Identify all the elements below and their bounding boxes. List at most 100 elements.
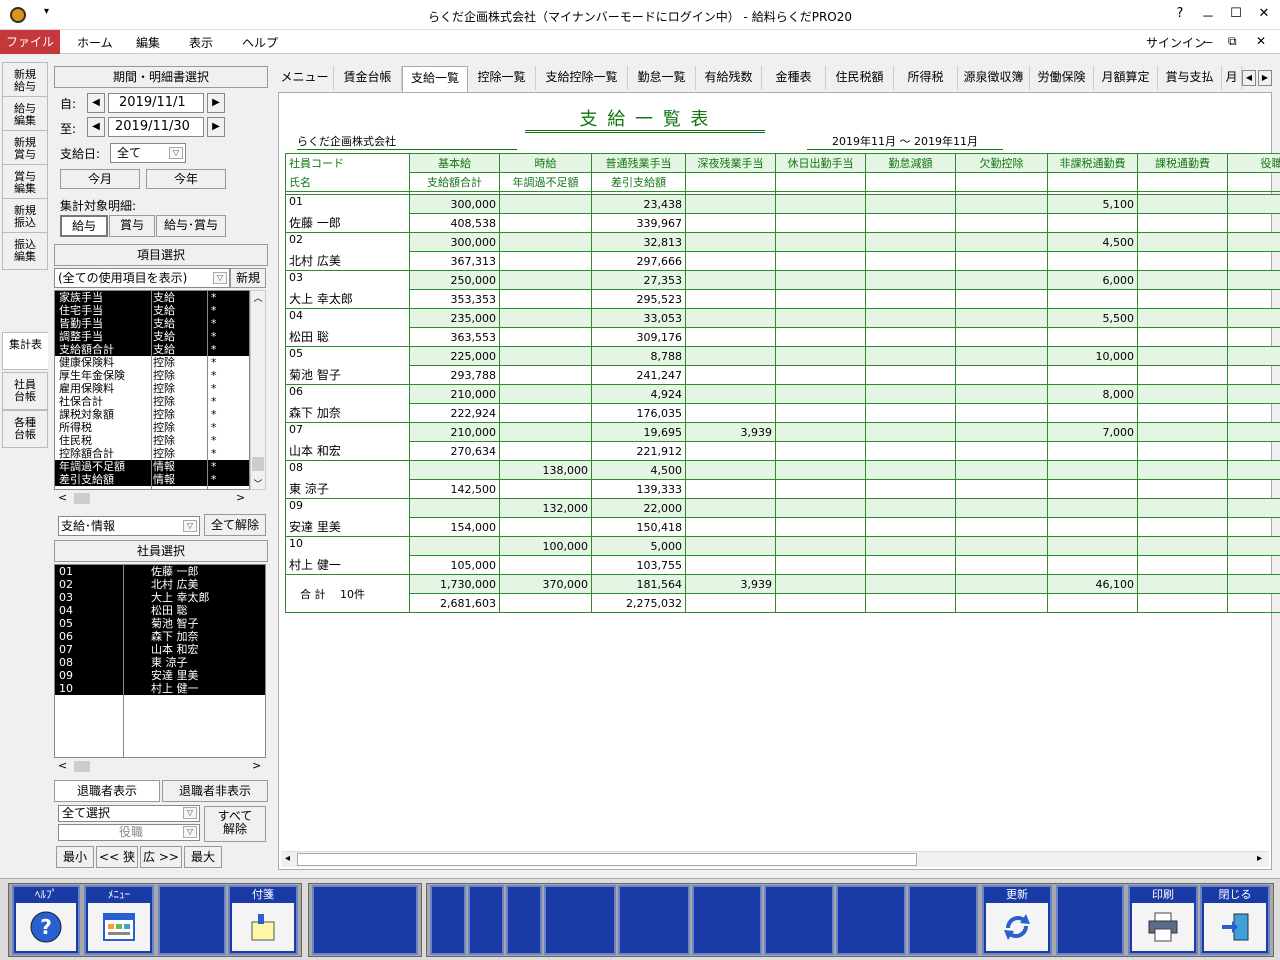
employee-row[interactable]: 03 大上 幸太郎 (55, 591, 265, 604)
left-tab-new-salary[interactable]: 新規 給与 (2, 62, 48, 100)
type-filter-select[interactable]: 支給･情報 ▽ (58, 516, 200, 536)
item-row[interactable]: 家族手当 支給 * (55, 291, 249, 304)
sticky-note-fkey[interactable]: 付箋 (228, 885, 298, 955)
ribbon-close-button[interactable]: ✕ (1256, 34, 1266, 48)
empty-fkey-5[interactable] (506, 885, 542, 955)
empty-fkey-9[interactable] (764, 885, 834, 955)
width-min-button[interactable]: 最小 (56, 846, 94, 868)
left-tab-employee-ledger[interactable]: 社員 台帳 (2, 372, 48, 410)
signin-link[interactable]: サインイン (1146, 34, 1206, 51)
from-prev-button[interactable]: ◀ (87, 93, 105, 113)
item-filter-select[interactable]: (全ての使用項目を表示) ▽ (54, 268, 230, 288)
hide-retired-button[interactable]: 退職者非表示 (162, 780, 268, 802)
width-narrow-button[interactable]: << 狭 (96, 846, 138, 868)
width-wide-button[interactable]: 広 >> (140, 846, 182, 868)
scroll-right-icon[interactable]: > (236, 491, 245, 504)
scroll-up-icon[interactable]: ︿ (251, 291, 265, 304)
table-row[interactable]: 佐藤 一郎 408,538 339,967 (285, 213, 1280, 233)
refresh-fkey[interactable]: 更新 (982, 885, 1052, 955)
left-tab-summary[interactable]: 集計表 (2, 332, 48, 370)
select-all-select[interactable]: 全て選択 ▽ (58, 805, 200, 822)
ribbon-restore-button[interactable]: ⧉ (1228, 34, 1237, 49)
empty-fkey-8[interactable] (692, 885, 762, 955)
to-prev-button[interactable]: ◀ (87, 117, 105, 137)
this-month-button[interactable]: 今月 (60, 169, 140, 189)
item-row[interactable]: 調整手当 支給 * (55, 330, 249, 343)
menu-home[interactable]: ホーム (77, 34, 113, 51)
item-row[interactable]: 控除額合計 控除 * (55, 447, 249, 460)
employee-row[interactable]: 02 北村 広美 (55, 578, 265, 591)
table-row[interactable]: 05 225,000 8,788 10,000 (285, 346, 1280, 366)
table-row[interactable]: 10 100,000 5,000 (285, 536, 1280, 556)
close-fkey[interactable]: 閉じる (1200, 885, 1270, 955)
close-button[interactable]: ✕ (1254, 6, 1274, 21)
table-row[interactable]: 06 210,000 4,924 8,000 (285, 384, 1280, 404)
tab-month[interactable]: 月 (1222, 66, 1242, 90)
employee-row[interactable]: 01 佐藤 一郎 (55, 565, 265, 578)
empty-fkey-10[interactable] (836, 885, 906, 955)
maximize-button[interactable]: ☐ (1226, 6, 1246, 21)
empty-fkey-6[interactable] (544, 885, 616, 955)
empty-fkey-11[interactable] (908, 885, 978, 955)
tab-attendance-list[interactable]: 勤怠一覧 (628, 66, 696, 90)
report-hscroll[interactable]: ◂ ▸ (281, 851, 1269, 867)
role-select[interactable]: 役職 ▽ (58, 824, 200, 841)
menu-view[interactable]: 表示 (189, 34, 213, 51)
item-row[interactable]: 健康保険料 控除 * (55, 356, 249, 369)
tab-labor-insurance[interactable]: 労働保険 (1030, 66, 1094, 90)
table-row[interactable]: 村上 健一 105,000 103,755 (285, 555, 1280, 575)
item-row[interactable]: 住宅手当 支給 * (55, 304, 249, 317)
table-row[interactable]: 01 300,000 23,438 5,100 (285, 194, 1280, 214)
table-row[interactable]: 北村 広美 367,313 297,666 (285, 251, 1280, 271)
menu-help[interactable]: ヘルプ (242, 34, 278, 51)
scroll-right-icon[interactable]: ▸ (1257, 853, 1262, 864)
scroll-left-icon[interactable]: < (58, 491, 67, 504)
left-tab-edit-bonus[interactable]: 賞与 編集 (2, 164, 48, 202)
clear-all-button[interactable]: すべて 解除 (204, 806, 266, 842)
scroll-thumb[interactable] (297, 853, 917, 866)
item-row[interactable]: 課税対象額 控除 * (55, 408, 249, 421)
tab-income-tax[interactable]: 所得税 (894, 66, 958, 90)
target-salary-button[interactable]: 給与 (60, 215, 108, 237)
tab-wage-ledger[interactable]: 賃金台帳 (334, 66, 402, 90)
tab-scroll-right-button[interactable]: ▶ (1258, 70, 1272, 86)
to-next-button[interactable]: ▶ (207, 117, 225, 137)
employee-row[interactable]: 04 松田 聡 (55, 604, 265, 617)
table-row[interactable]: 大上 幸太郎 353,353 295,523 (285, 289, 1280, 309)
empty-fkey-4[interactable] (468, 885, 504, 955)
empty-fkey-3[interactable] (430, 885, 466, 955)
print-fkey[interactable]: 印刷 (1128, 885, 1198, 955)
tab-deduction-list[interactable]: 控除一覧 (468, 66, 536, 90)
table-row[interactable]: 02 300,000 32,813 4,500 (285, 232, 1280, 252)
from-next-button[interactable]: ▶ (207, 93, 225, 113)
scroll-right-icon[interactable]: > (252, 759, 261, 772)
left-tab-other-ledgers[interactable]: 各種 台帳 (2, 410, 48, 448)
empty-fkey-1[interactable] (158, 885, 226, 955)
employee-list[interactable]: 01 佐藤 一郎 02 北村 広美 03 大上 幸太郎 04 松田 聡 05 菊池 智子 06 森下 … (54, 564, 266, 758)
scroll-thumb[interactable] (74, 761, 90, 772)
this-year-button[interactable]: 今年 (146, 169, 226, 189)
to-date-input[interactable]: 2019/11/30 (108, 117, 204, 137)
table-row[interactable]: 07 210,000 19,695 3,939 7,000 (285, 422, 1280, 442)
employee-row[interactable]: 06 森下 加奈 (55, 630, 265, 643)
table-row[interactable]: 森下 加奈 222,924 176,035 (285, 403, 1280, 423)
table-row[interactable]: 安達 里美 154,000 150,418 (285, 517, 1280, 537)
table-row[interactable]: 09 132,000 22,000 (285, 498, 1280, 518)
tab-paid-leave[interactable]: 有給残数 (696, 66, 762, 90)
left-tab-new-bonus[interactable]: 新規 賞与 (2, 130, 48, 168)
tab-bonus-payment[interactable]: 賞与支払 (1158, 66, 1222, 90)
item-list[interactable]: 家族手当 支給 * 住宅手当 支給 * 皆勤手当 支給 * 調整手当 支給 * 支給額合計 支給 * 健康保険… (54, 290, 250, 490)
table-row[interactable]: 山本 和宏 270,634 221,912 (285, 441, 1280, 461)
item-row[interactable]: 社保合計 控除 * (55, 395, 249, 408)
width-max-button[interactable]: 最大 (184, 846, 222, 868)
table-row[interactable]: 東 涼子 142,500 139,333 (285, 479, 1280, 499)
tab-monthly-calc[interactable]: 月額算定 (1094, 66, 1158, 90)
total-row[interactable]: 2,681,603 2,275,032 (286, 593, 1280, 613)
tab-pay-deduction-list[interactable]: 支給控除一覧 (536, 66, 628, 90)
item-row[interactable]: 皆勤手当 支給 * (55, 317, 249, 330)
payday-select[interactable]: 全て ▽ (110, 143, 186, 163)
item-row[interactable]: 支給額合計 支給 * (55, 343, 249, 356)
table-row[interactable]: 松田 聡 363,553 309,176 (285, 327, 1280, 347)
scroll-thumb[interactable] (252, 457, 264, 471)
item-row[interactable]: 差引支給額 情報 * (55, 473, 249, 486)
